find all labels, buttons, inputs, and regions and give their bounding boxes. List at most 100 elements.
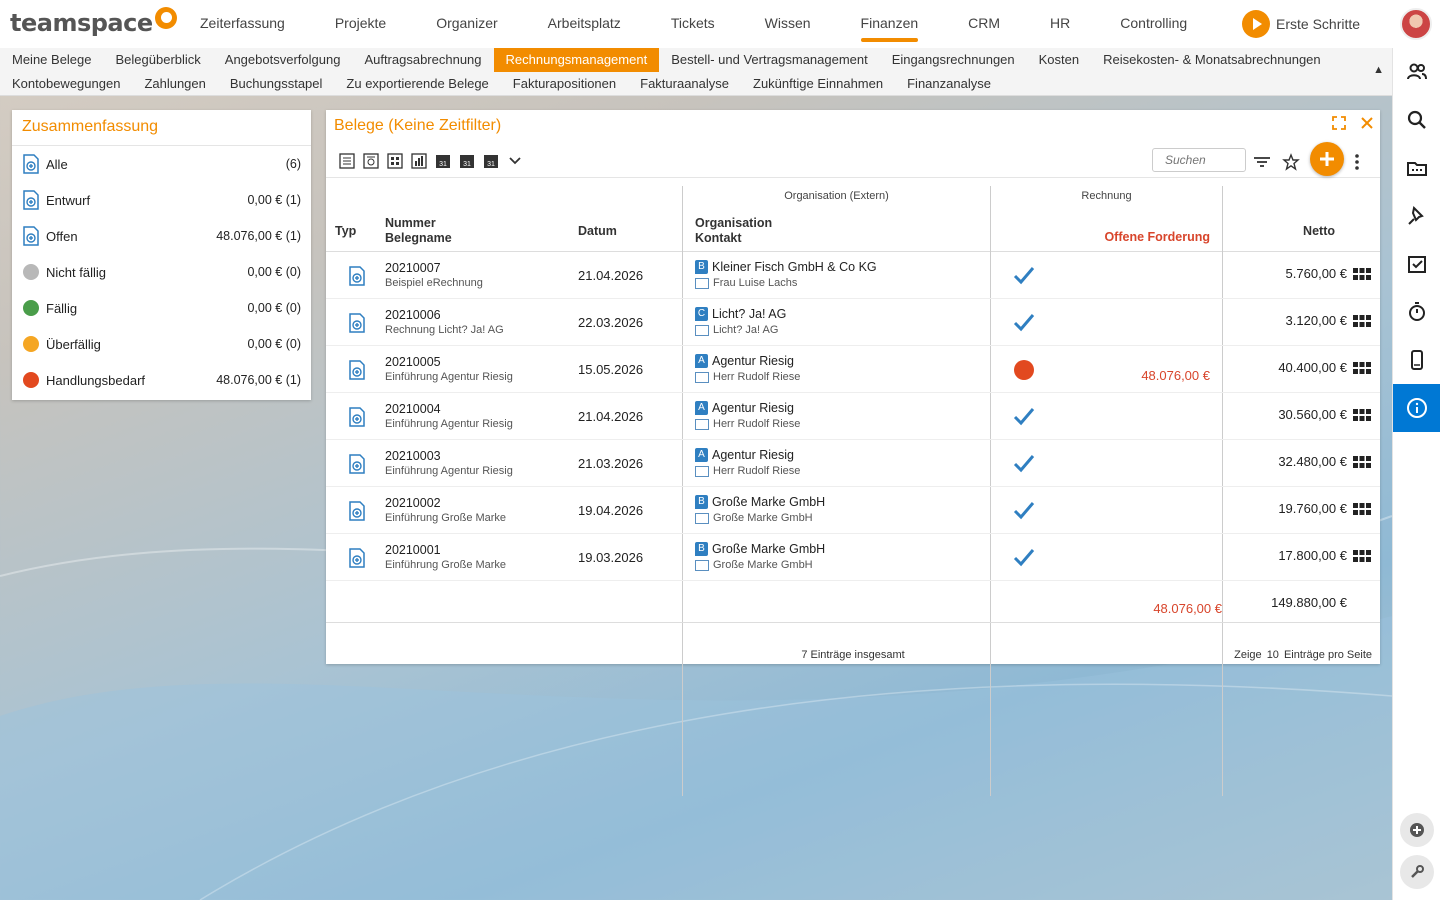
header-typ[interactable]: Typ — [335, 224, 356, 239]
subnav-item[interactable]: Fakturapositionen — [501, 72, 628, 96]
positions-grid-icon[interactable] — [1353, 502, 1371, 515]
summary-row[interactable]: Fällig 0,00 € (0) — [12, 290, 311, 326]
sidebar-info[interactable] — [1393, 384, 1440, 432]
chart-view-icon[interactable] — [410, 152, 428, 170]
sidebar-mobile[interactable] — [1393, 336, 1440, 384]
positions-grid-icon[interactable] — [1353, 361, 1371, 374]
contact-name[interactable]: Herr Rudolf Riese — [713, 465, 800, 477]
close-icon[interactable] — [1360, 116, 1374, 130]
filter-icon[interactable] — [1252, 153, 1272, 171]
chevron-down-icon[interactable] — [506, 152, 524, 170]
sidebar-timer[interactable] — [1393, 288, 1440, 336]
subnav-item[interactable]: Buchungsstapel — [218, 72, 335, 96]
topnav-item-hr[interactable]: HR — [1050, 0, 1070, 48]
subnav-item[interactable]: Zu exportierende Belege — [334, 72, 500, 96]
summary-row[interactable]: Handlungsbedarf 48.076,00 € (1) — [12, 362, 311, 398]
subnav-item[interactable]: Kontobewegungen — [0, 72, 132, 96]
beleg-nummer[interactable]: 20210001 — [385, 543, 506, 557]
detail-view-icon[interactable] — [362, 152, 380, 170]
organisation-name[interactable]: Agentur Riesig — [712, 448, 794, 462]
table-row[interactable]: 20210001 Einführung Große Marke 19.03.2026… — [326, 534, 1380, 581]
table-row[interactable]: 20210007 Beispiel eRechnung 21.04.2026 B Kle… — [326, 252, 1380, 299]
erste-schritte-button[interactable]: Erste Schritte — [1242, 10, 1360, 38]
table-row[interactable]: 20210003 Einführung Agentur Riesig 21.03.2… — [326, 440, 1380, 487]
subnav-item[interactable]: Zahlungen — [132, 72, 217, 96]
table-row[interactable]: 20210005 Einführung Agentur Riesig 15.05.2… — [326, 346, 1380, 393]
sidebar-contacts[interactable] — [1393, 48, 1440, 96]
beleg-nummer[interactable]: 20210004 — [385, 402, 513, 416]
topnav-item-controlling[interactable]: Controlling — [1120, 0, 1187, 48]
beleg-nummer[interactable]: 20210005 — [385, 355, 513, 369]
subnav-item[interactable]: Zukünftige Einnahmen — [741, 72, 895, 96]
summary-row[interactable]: Alle (6) — [12, 146, 311, 182]
summary-row[interactable]: Überfällig 0,00 € (0) — [12, 326, 311, 362]
subnav-item[interactable]: Belegüberblick — [104, 48, 213, 72]
table-row[interactable]: 20210004 Einführung Agentur Riesig 21.04.2… — [326, 393, 1380, 440]
subnav-item[interactable]: Meine Belege — [0, 48, 104, 72]
calendar-month-icon[interactable]: 31 — [482, 152, 500, 170]
header-offene-forderung[interactable]: Offene Forderung — [1066, 230, 1210, 245]
topnav-item-tickets[interactable]: Tickets — [671, 0, 715, 48]
subnav-item[interactable]: Auftragsabrechnung — [352, 48, 493, 72]
topnav-item-projekte[interactable]: Projekte — [335, 0, 386, 48]
table-row[interactable]: 20210006 Rechnung Licht? Ja! AG 22.03.2026… — [326, 299, 1380, 346]
organisation-name[interactable]: Agentur Riesig — [712, 354, 794, 368]
subnav-item[interactable]: Reisekosten- & Monatsabrechnungen — [1091, 48, 1333, 72]
subnav-item[interactable]: Rechnungsmanagement — [493, 48, 660, 72]
contact-name[interactable]: Frau Luise Lachs — [713, 277, 797, 289]
sidebar-add[interactable] — [1393, 806, 1440, 854]
beleg-nummer[interactable]: 20210003 — [385, 449, 513, 463]
topnav-item-crm[interactable]: CRM — [968, 0, 1000, 48]
page-size-select[interactable]: 10 — [1267, 649, 1279, 661]
grid-view-icon[interactable] — [386, 152, 404, 170]
add-beleg-button[interactable] — [1310, 142, 1344, 176]
calendar-day-icon[interactable]: 31 — [434, 152, 452, 170]
positions-grid-icon[interactable] — [1353, 408, 1371, 421]
topnav-item-arbeitsplatz[interactable]: Arbeitsplatz — [548, 0, 621, 48]
topnav-item-finanzen[interactable]: Finanzen — [860, 0, 918, 48]
sidebar-search[interactable] — [1393, 96, 1440, 144]
more-vertical-icon[interactable] — [1354, 153, 1360, 171]
positions-grid-icon[interactable] — [1353, 455, 1371, 468]
subnav-item[interactable]: Finanzanalyse — [895, 72, 1003, 96]
positions-grid-icon[interactable] — [1353, 314, 1371, 327]
search-input[interactable] — [1152, 148, 1246, 172]
header-belegname[interactable]: Belegname — [385, 231, 452, 246]
organisation-name[interactable]: Agentur Riesig — [712, 401, 794, 415]
maximize-icon[interactable] — [1332, 116, 1346, 130]
header-kontakt[interactable]: Kontakt — [695, 231, 742, 246]
calendar-week-icon[interactable]: 31 — [458, 152, 476, 170]
star-icon[interactable] — [1282, 153, 1300, 171]
sidebar-files[interactable] — [1393, 144, 1440, 192]
subnav-item[interactable]: Kosten — [1027, 48, 1091, 72]
organisation-name[interactable]: Große Marke GmbH — [712, 542, 825, 556]
beleg-nummer[interactable]: 20210002 — [385, 496, 506, 510]
positions-grid-icon[interactable] — [1353, 267, 1371, 280]
header-netto[interactable]: Netto — [1266, 224, 1335, 239]
table-row[interactable]: 20210002 Einführung Große Marke 19.04.2026… — [326, 487, 1380, 534]
contact-name[interactable]: Große Marke GmbH — [713, 559, 813, 571]
subnav-item[interactable]: Eingangsrechnungen — [880, 48, 1027, 72]
summary-row[interactable]: Entwurf 0,00 € (1) — [12, 182, 311, 218]
subnav-item[interactable]: Bestell- und Vertragsmanagement — [659, 48, 880, 72]
summary-row[interactable]: Offen 48.076,00 € (1) — [12, 218, 311, 254]
organisation-name[interactable]: Licht? Ja! AG — [712, 307, 786, 321]
summary-row[interactable]: Nicht fällig 0,00 € (0) — [12, 254, 311, 290]
contact-name[interactable]: Licht? Ja! AG — [713, 324, 778, 336]
sidebar-tasks[interactable] — [1393, 240, 1440, 288]
organisation-name[interactable]: Kleiner Fisch GmbH & Co KG — [712, 260, 877, 274]
sidebar-settings[interactable] — [1393, 848, 1440, 896]
beleg-nummer[interactable]: 20210006 — [385, 308, 504, 322]
beleg-nummer[interactable]: 20210007 — [385, 261, 483, 275]
contact-name[interactable]: Herr Rudolf Riese — [713, 371, 800, 383]
sidebar-pin[interactable] — [1393, 192, 1440, 240]
contact-name[interactable]: Herr Rudolf Riese — [713, 418, 800, 430]
topnav-item-wissen[interactable]: Wissen — [765, 0, 811, 48]
subnav-item[interactable]: Angebotsverfolgung — [213, 48, 353, 72]
teamspace-logo[interactable]: teamspace — [10, 7, 177, 37]
subnav-item[interactable]: Fakturaanalyse — [628, 72, 741, 96]
organisation-name[interactable]: Große Marke GmbH — [712, 495, 825, 509]
user-avatar[interactable] — [1400, 8, 1432, 40]
header-nummer[interactable]: Nummer — [385, 216, 436, 231]
header-datum[interactable]: Datum — [578, 224, 617, 239]
